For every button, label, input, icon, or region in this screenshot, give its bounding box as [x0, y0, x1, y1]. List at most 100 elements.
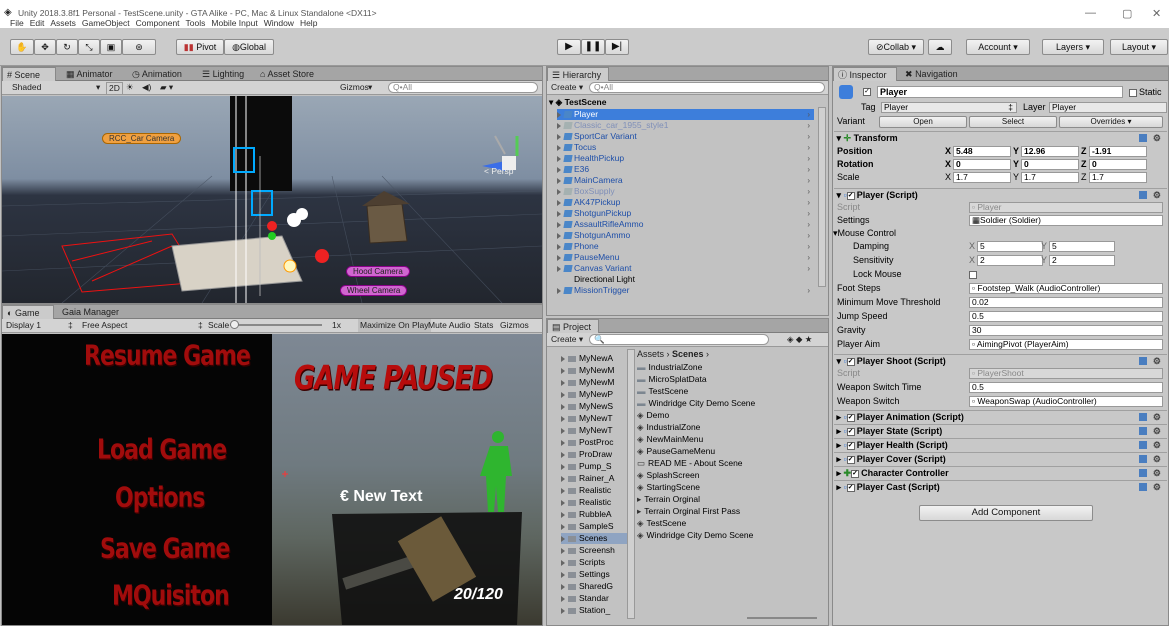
- active-checkbox[interactable]: ✓: [863, 87, 871, 96]
- expand-arrow-icon[interactable]: [561, 499, 565, 506]
- transform-tool-button[interactable]: ⊛: [122, 39, 156, 55]
- component-enabled-checkbox[interactable]: ✓: [846, 455, 855, 464]
- project-tree-folder[interactable]: MyNewT: [561, 425, 627, 436]
- hierarchy-item[interactable]: PauseMenu ›: [557, 252, 814, 263]
- project-tree-folder[interactable]: Screensh: [561, 545, 627, 556]
- transform-rotation-z-input[interactable]: 0: [1089, 159, 1147, 170]
- component-header[interactable]: ▸ ✚✓ Character Controller ⚙: [834, 466, 1167, 479]
- menu-item-help[interactable]: Help: [300, 18, 317, 28]
- wheel-camera-label[interactable]: Wheel Camera: [340, 285, 408, 296]
- step-button[interactable]: ▶|: [605, 39, 629, 55]
- tab-asset-store[interactable]: ⌂ Asset Store: [256, 67, 318, 81]
- hood-camera-label[interactable]: Hood Camera: [346, 266, 410, 277]
- help-book-icon[interactable]: [1139, 413, 1147, 421]
- open-prefab-chevron-icon[interactable]: ›: [807, 109, 810, 120]
- static-checkbox[interactable]: [1129, 88, 1137, 97]
- project-tree-folder[interactable]: Scenes: [561, 533, 627, 544]
- menu-item-edit[interactable]: Edit: [30, 18, 45, 28]
- expand-arrow-icon[interactable]: [557, 221, 561, 228]
- project-tree-folder[interactable]: MyNewM: [561, 365, 627, 376]
- project-file-item[interactable]: ◈ StartingScene: [637, 482, 824, 493]
- weapon-switch-ref[interactable]: ▫ WeaponSwap (AudioController): [969, 396, 1163, 407]
- hierarchy-item[interactable]: Classic_car_1955_style1 ›: [557, 120, 814, 131]
- project-file-item[interactable]: ▬ Windridge City Demo Scene: [637, 398, 824, 409]
- tag-dropdown[interactable]: Player ‡: [881, 102, 1017, 113]
- component-enabled-checkbox[interactable]: ✓: [846, 483, 855, 492]
- help-book-icon[interactable]: [1139, 441, 1147, 449]
- icon-size-slider[interactable]: [747, 617, 817, 619]
- project-tree-folder[interactable]: Standar: [561, 593, 627, 604]
- player-script-header[interactable]: ▾ ▫✓ Player (Script) ⚙: [834, 188, 1167, 201]
- weapon-switch-time-input[interactable]: 0.5: [969, 382, 1163, 393]
- rotate-tool-button[interactable]: ↻: [56, 39, 78, 55]
- transform-scale-x-input[interactable]: 1.7: [953, 172, 1011, 183]
- expand-arrow-icon[interactable]: [561, 571, 565, 578]
- hierarchy-item[interactable]: AK47Pickup ›: [557, 197, 814, 208]
- expand-arrow-icon[interactable]: [557, 188, 561, 195]
- project-tree-folder[interactable]: Scripts: [561, 557, 627, 568]
- component-header[interactable]: ▸ ▫✓ Player State (Script) ⚙: [834, 424, 1167, 437]
- expand-arrow-icon[interactable]: [557, 155, 561, 162]
- open-prefab-chevron-icon[interactable]: ›: [807, 230, 810, 241]
- min-move-input[interactable]: 0.02: [969, 297, 1163, 308]
- tab-animator[interactable]: ▦ Animator: [62, 67, 117, 81]
- open-prefab-chevron-icon[interactable]: ›: [807, 131, 810, 142]
- audio-toggle-icon[interactable]: ◀): [142, 81, 151, 94]
- tab-lighting[interactable]: ☰ Lighting: [198, 67, 248, 81]
- hierarchy-item[interactable]: BoxSupply ›: [557, 186, 814, 197]
- expand-arrow-icon[interactable]: [561, 439, 565, 446]
- hierarchy-item[interactable]: ShotgunPickup ›: [557, 208, 814, 219]
- help-book-icon[interactable]: [1139, 469, 1147, 477]
- open-prefab-chevron-icon[interactable]: ›: [807, 153, 810, 164]
- project-file-item[interactable]: ▸ Terrain Orginal: [637, 494, 824, 505]
- tab-gaia-manager[interactable]: Gaia Manager: [58, 305, 123, 319]
- component-header[interactable]: ▸ ▫✓ Player Cover (Script) ⚙: [834, 452, 1167, 465]
- open-prefab-chevron-icon[interactable]: ›: [807, 219, 810, 230]
- add-component-button[interactable]: Add Component: [919, 505, 1093, 521]
- expand-arrow-icon[interactable]: [561, 403, 565, 410]
- layers-button[interactable]: Layers ▾: [1042, 39, 1104, 55]
- transform-rotation-x-input[interactable]: 0: [953, 159, 1011, 170]
- hierarchy-item[interactable]: Player ›: [557, 109, 814, 120]
- tab-scene[interactable]: # Scene: [2, 67, 56, 81]
- gravity-input[interactable]: 30: [969, 325, 1163, 336]
- menu-item-file[interactable]: File: [10, 18, 24, 28]
- project-file-item[interactable]: ◈ NewMainMenu: [637, 434, 824, 445]
- project-tree-scrollbar[interactable]: [627, 349, 635, 619]
- expand-arrow-icon[interactable]: [561, 367, 565, 374]
- lighting-toggle-icon[interactable]: ☀: [126, 81, 134, 94]
- expand-arrow-icon[interactable]: [557, 210, 561, 217]
- move-tool-button[interactable]: ✥: [34, 39, 56, 55]
- tab-game[interactable]: ◐ Game: [2, 305, 54, 319]
- project-tree-folder[interactable]: Station_: [561, 605, 627, 616]
- component-header[interactable]: ▸ ▫✓ Player Animation (Script) ⚙: [834, 410, 1167, 423]
- help-book-icon[interactable]: [1139, 427, 1147, 435]
- settings-gear-icon[interactable]: ⚙: [1153, 425, 1161, 438]
- tab-inspector[interactable]: ⓘ Inspector: [833, 67, 897, 81]
- menu-item-assets[interactable]: Assets: [50, 18, 76, 28]
- rcc-car-camera-label[interactable]: RCC_Car Camera: [102, 133, 182, 144]
- expand-arrow-icon[interactable]: [561, 607, 565, 614]
- project-file-item[interactable]: ◈ SplashScreen: [637, 470, 824, 481]
- hierarchy-item[interactable]: MissionTrigger ›: [557, 285, 814, 296]
- game-gizmos-dropdown[interactable]: Gizmos: [500, 319, 529, 332]
- expand-arrow-icon[interactable]: [561, 511, 565, 518]
- mouse-control-foldout[interactable]: ▾Mouse Control: [833, 227, 1162, 240]
- load-game-button[interactable]: Load Game: [97, 435, 227, 466]
- sensitivity-x-input[interactable]: 2: [977, 255, 1043, 266]
- help-book-icon[interactable]: [1139, 455, 1147, 463]
- expand-arrow-icon[interactable]: [561, 487, 565, 494]
- expand-arrow-icon[interactable]: [561, 463, 565, 470]
- project-file-item[interactable]: ◈ Demo: [637, 410, 824, 421]
- scale-slider[interactable]: [230, 324, 322, 326]
- account-button[interactable]: Account ▾: [966, 39, 1030, 55]
- variant-select-button[interactable]: Select: [969, 116, 1057, 128]
- settings-gear-icon[interactable]: ⚙: [1153, 467, 1161, 480]
- transform-scale-y-input[interactable]: 1.7: [1021, 172, 1079, 183]
- transform-scale-z-input[interactable]: 1.7: [1089, 172, 1147, 183]
- open-prefab-chevron-icon[interactable]: ›: [807, 120, 810, 131]
- project-file-item[interactable]: ▭ READ ME - About Scene: [637, 458, 824, 469]
- open-prefab-chevron-icon[interactable]: ›: [807, 285, 810, 296]
- help-book-icon[interactable]: [1139, 483, 1147, 491]
- expand-arrow-icon[interactable]: [561, 559, 565, 566]
